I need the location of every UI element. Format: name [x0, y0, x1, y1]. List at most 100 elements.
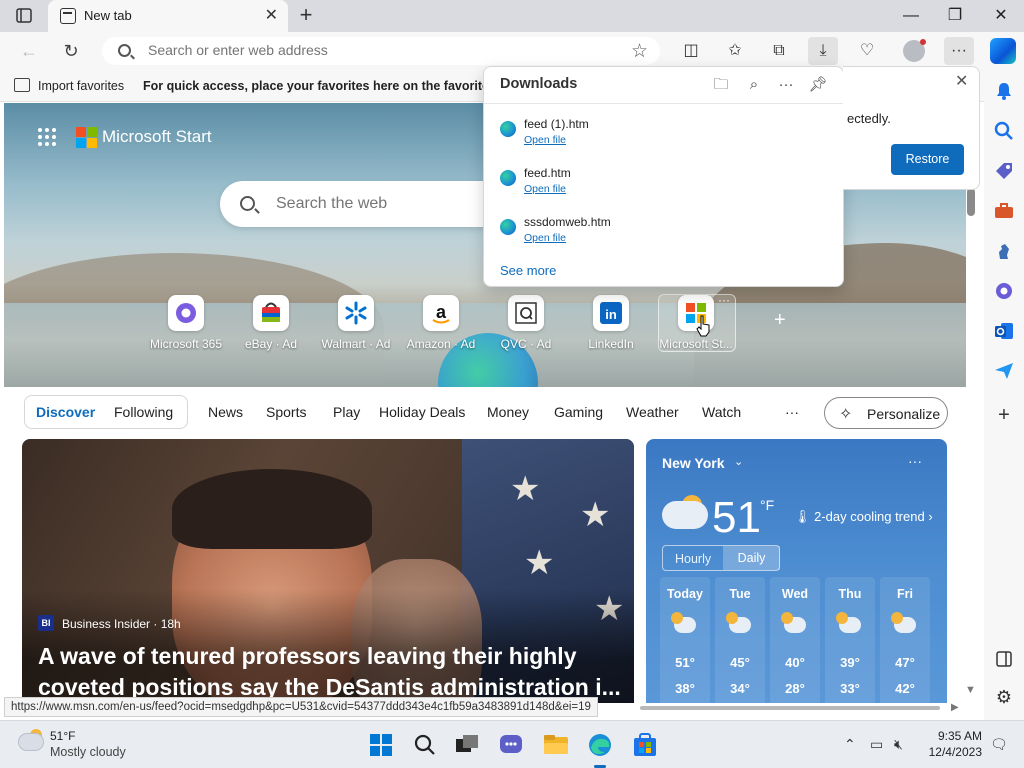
restore-button[interactable]: Restore — [891, 144, 964, 175]
search-sidebar-icon[interactable] — [993, 120, 1015, 142]
restore-window-button[interactable]: ❐ — [940, 4, 970, 28]
edge-browser-icon[interactable] — [586, 731, 614, 768]
scroll-right-arrow-icon[interactable]: ▶ — [951, 702, 959, 713]
downloads-button[interactable]: ⤓ — [808, 37, 838, 65]
web-search-box[interactable] — [220, 181, 520, 227]
minimize-button[interactable]: — — [896, 4, 926, 28]
teams-chat-icon[interactable] — [497, 731, 525, 759]
task-view-icon[interactable] — [453, 731, 481, 759]
pin-icon[interactable]: 📌︎ — [807, 74, 829, 96]
clock-date[interactable]: 12/4/2023 — [920, 745, 982, 759]
taskbar-temperature[interactable]: 51°F — [50, 729, 75, 743]
weather-card[interactable]: New York ⌄ ··· 51 °F 🌡 2-day cooling tre… — [646, 439, 947, 703]
scroll-down-arrow-icon[interactable]: ▼ — [965, 684, 976, 696]
feed-link-holiday-deals[interactable]: Holiday Deals — [379, 404, 465, 420]
tile-amazon[interactable]: a Amazon · Ad — [399, 293, 483, 353]
notifications-bell-icon[interactable] — [993, 80, 1015, 102]
story-headline[interactable]: A wave of tenured professors leaving the… — [38, 641, 628, 703]
toggle-hourly[interactable]: Hourly — [675, 552, 711, 566]
clock-time[interactable]: 9:35 AM — [920, 729, 982, 743]
tile-linkedin[interactable]: in LinkedIn — [569, 293, 653, 353]
volume-muted-icon[interactable]: 🔇︎ — [894, 736, 903, 753]
add-sidebar-app-icon[interactable]: + — [993, 404, 1015, 426]
taskbar-search-icon[interactable] — [411, 731, 439, 759]
forecast-day[interactable]: Thu 39° 33° — [825, 577, 875, 703]
forecast-day[interactable]: Today 51° 38° — [660, 577, 710, 703]
start-windows-icon[interactable] — [367, 731, 395, 759]
chevron-down-icon[interactable]: ⌄ — [734, 455, 743, 468]
tile-microsoft-365[interactable]: Microsoft 365 — [144, 293, 228, 353]
back-icon[interactable]: ← — [18, 40, 40, 62]
open-file-link[interactable]: Open file — [524, 134, 566, 146]
copilot-icon[interactable] — [990, 38, 1016, 64]
temperature-unit[interactable]: °F — [760, 497, 774, 513]
collections-button[interactable]: ⧉ — [764, 37, 794, 65]
feed-link-play[interactable]: Play — [333, 404, 360, 420]
tile-ebay[interactable]: eBay · Ad — [229, 293, 313, 353]
download-item[interactable]: feed.htm Open file — [484, 162, 845, 210]
mostly-cloudy-icon[interactable] — [18, 733, 44, 751]
weather-more-icon[interactable]: ··· — [908, 453, 922, 469]
microsoft-365-sidebar-icon[interactable] — [993, 280, 1015, 302]
import-favorites-link[interactable]: Import favorites — [38, 79, 124, 93]
feed-more-icon[interactable]: ··· — [785, 404, 799, 420]
feed-link-weather[interactable]: Weather — [626, 404, 679, 420]
tile-walmart[interactable]: Walmart · Ad — [314, 293, 398, 353]
toggle-daily[interactable]: Daily — [723, 546, 780, 570]
new-tab-button[interactable]: + — [294, 3, 318, 27]
microsoft-store-taskbar-icon[interactable] — [631, 731, 659, 759]
outlook-icon[interactable] — [993, 320, 1015, 342]
favorites-button[interactable]: ✩ — [720, 37, 750, 65]
download-item[interactable]: sssdomweb.htm Open file — [484, 211, 845, 259]
split-screen-button[interactable]: ◫ — [676, 37, 706, 65]
games-chess-icon[interactable] — [993, 240, 1015, 262]
notification-center-icon[interactable]: 🗨︎ — [990, 736, 1008, 753]
forecast-day[interactable]: Wed 40° 28° — [770, 577, 820, 703]
app-launcher-icon[interactable] — [38, 128, 58, 148]
tab-following[interactable]: Following — [114, 404, 173, 420]
tools-toolbox-icon[interactable] — [993, 200, 1015, 222]
close-icon[interactable]: ✕ — [955, 71, 968, 91]
see-more-link[interactable]: See more — [500, 263, 556, 278]
feed-link-sports[interactable]: Sports — [266, 404, 306, 420]
weather-city[interactable]: New York — [662, 455, 725, 471]
sidebar-settings-gear-icon[interactable]: ⚙ — [993, 686, 1015, 708]
address-bar[interactable]: ☆ — [102, 37, 660, 65]
address-input[interactable] — [148, 42, 608, 58]
download-item[interactable]: feed (1).htm Open file — [484, 113, 845, 161]
tab-close-icon[interactable]: ✕ — [265, 5, 278, 25]
forecast-day[interactable]: Tue 45° 34° — [715, 577, 765, 703]
tile-more-options-icon[interactable]: ··· — [718, 293, 730, 307]
open-downloads-folder-icon[interactable]: 🗀 — [710, 74, 732, 96]
microsoft-start-title[interactable]: Microsoft Start — [102, 127, 212, 147]
refresh-icon[interactable]: ↻ — [60, 40, 82, 62]
tile-qvc[interactable]: QVC · Ad — [484, 293, 568, 353]
taskbar-weather-condition[interactable]: Mostly cloudy — [50, 745, 126, 759]
add-favorite-icon[interactable]: ☆ — [631, 40, 648, 63]
drop-send-icon[interactable] — [993, 360, 1015, 382]
feed-link-gaming[interactable]: Gaming — [554, 404, 603, 420]
tab-discover[interactable]: Discover — [36, 404, 95, 420]
feed-link-news[interactable]: News — [208, 404, 243, 420]
hide-sidebar-icon[interactable] — [993, 648, 1015, 670]
settings-and-more-button[interactable]: ··· — [944, 37, 974, 65]
hero-story-card[interactable]: ★ ★ ★ ★ BI Business Insider · 18h A wave… — [22, 439, 634, 703]
file-explorer-icon[interactable] — [542, 731, 570, 759]
more-options-icon[interactable]: ··· — [775, 74, 797, 96]
browser-essentials-button[interactable]: ♡ — [852, 37, 882, 65]
weather-trend[interactable]: 🌡 2-day cooling trend › — [794, 509, 933, 525]
shopping-tag-icon[interactable] — [993, 160, 1015, 182]
search-downloads-icon[interactable]: ⌕ — [743, 74, 765, 96]
personalize-button[interactable]: ✧ Personalize — [824, 397, 948, 429]
open-file-link[interactable]: Open file — [524, 232, 566, 244]
show-hidden-icons-chevron-icon[interactable]: ⌃ — [844, 736, 856, 753]
close-window-button[interactable]: ✕ — [986, 4, 1016, 28]
add-tile-icon[interactable]: + — [774, 309, 786, 332]
horizontal-scrollbar[interactable] — [640, 706, 940, 710]
open-file-link[interactable]: Open file — [524, 183, 566, 195]
tab-actions-button[interactable] — [10, 6, 38, 26]
web-search-input[interactable] — [276, 195, 506, 213]
forecast-day[interactable]: Fri 47° 42° — [880, 577, 930, 703]
network-icon[interactable]: ▭ — [870, 736, 883, 753]
feed-link-watch[interactable]: Watch — [702, 404, 741, 420]
